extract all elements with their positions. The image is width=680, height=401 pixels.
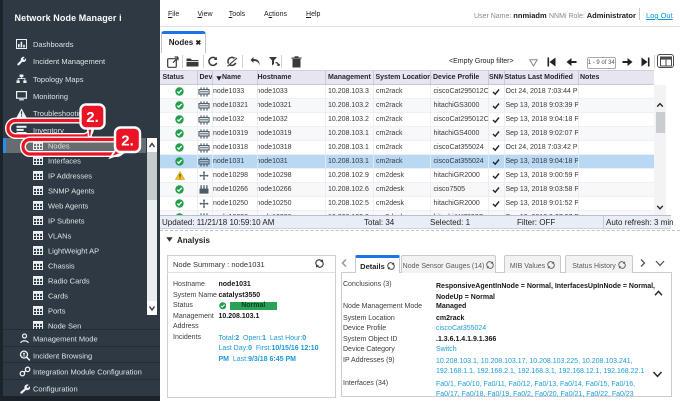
svg-text:2.: 2. [121,133,134,150]
svg-text:2.: 2. [86,109,99,126]
